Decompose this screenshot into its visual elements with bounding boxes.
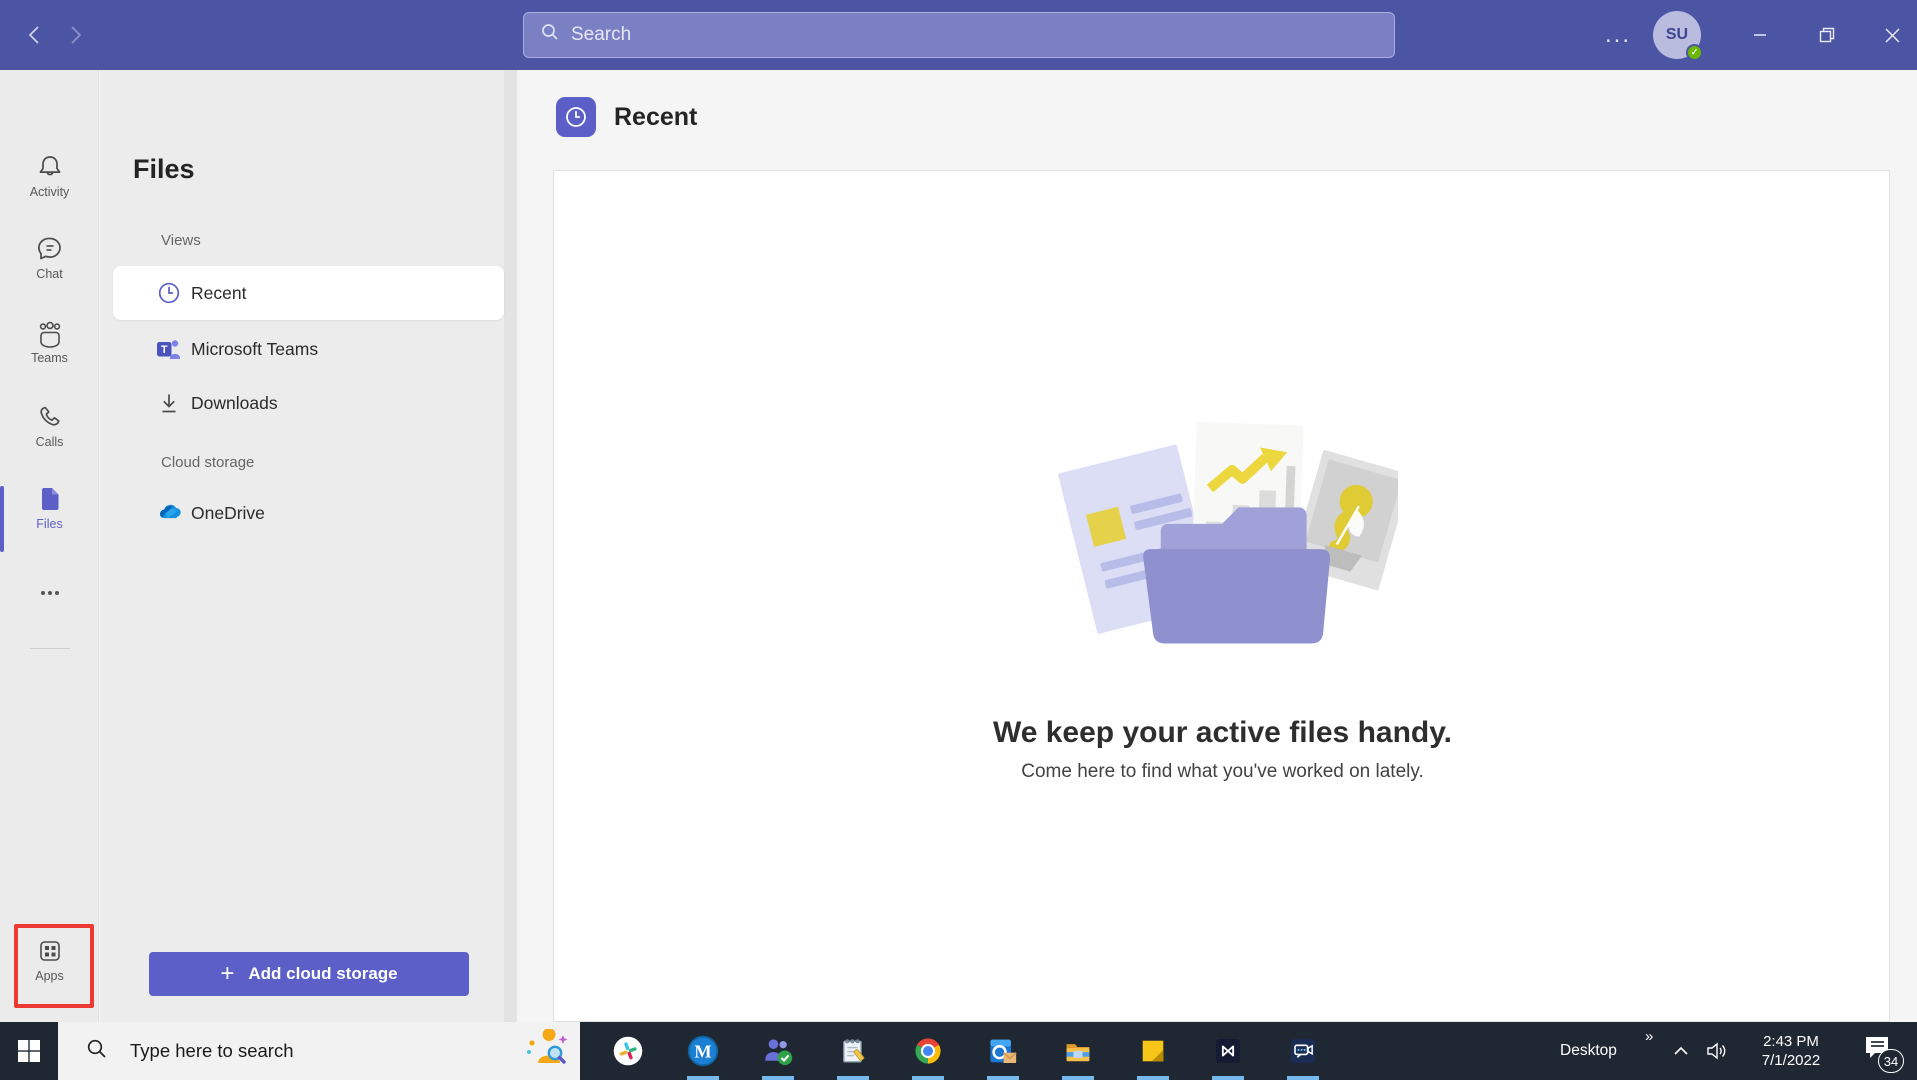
rail-item-apps[interactable]: Apps	[0, 936, 99, 983]
more-apps-icon	[0, 586, 99, 600]
rail-item-teams[interactable]: Teams	[0, 318, 99, 365]
running-indicator	[1062, 1076, 1094, 1080]
search-placeholder: Search	[571, 24, 631, 46]
rail-item-chat[interactable]: Chat	[0, 234, 99, 281]
rail-item-files[interactable]: Files	[0, 484, 99, 531]
back-icon[interactable]	[14, 15, 54, 55]
slack-icon[interactable]	[604, 1031, 652, 1071]
avatar-initials: SU	[1666, 26, 1688, 44]
rail-item-activity[interactable]: Activity	[0, 152, 99, 199]
sidebar-scrollbar[interactable]	[504, 70, 517, 1022]
search-highlights-icon[interactable]	[522, 1029, 568, 1074]
taskbar: Type here to search M Desktop »	[0, 1022, 1917, 1080]
tray-time: 2:43 PM	[1763, 1032, 1819, 1051]
rail-label: Teams	[0, 351, 99, 365]
recent-header-icon	[556, 97, 596, 137]
chrome-icon[interactable]	[904, 1031, 952, 1071]
action-center-button[interactable]: 34	[1852, 1022, 1912, 1080]
forward-icon[interactable]	[56, 15, 96, 55]
phone-icon	[0, 402, 99, 432]
apps-grid-icon	[0, 936, 99, 966]
file-explorer-icon[interactable]	[1054, 1031, 1102, 1071]
more-options-icon[interactable]: ...	[1596, 0, 1640, 70]
running-indicator	[837, 1076, 869, 1080]
add-cloud-storage-button[interactable]: + Add cloud storage	[149, 952, 469, 996]
running-indicator	[1212, 1076, 1244, 1080]
outlook-icon[interactable]	[979, 1031, 1027, 1071]
rail-selection-indicator	[0, 486, 4, 552]
svg-text:T: T	[161, 344, 168, 356]
svg-text:M: M	[694, 1041, 711, 1061]
running-indicator	[687, 1076, 719, 1080]
status-available-icon: ✓	[1686, 44, 1703, 61]
bowtie-app-icon[interactable]	[1204, 1031, 1252, 1071]
rail-item-more[interactable]	[0, 586, 99, 600]
sidebar-item-label: Downloads	[191, 393, 278, 414]
m-app-icon[interactable]: M	[679, 1031, 727, 1071]
rail-divider	[30, 648, 70, 649]
teams-logo-icon: T	[156, 336, 182, 362]
volume-icon[interactable]	[1700, 1022, 1736, 1080]
plus-icon: +	[220, 960, 234, 988]
sticky-notes-icon[interactable]	[1129, 1031, 1177, 1071]
sidebar-item-onedrive[interactable]: OneDrive	[100, 486, 504, 540]
recent-files-panel: We keep your active files handy. Come he…	[553, 170, 1890, 1022]
titlebar: Search ... SU ✓	[0, 0, 1917, 70]
views-section-label: Views	[161, 232, 201, 249]
page-title: Recent	[614, 103, 697, 132]
toolbar-overflow-icon[interactable]: »	[1645, 1028, 1653, 1045]
download-icon	[156, 391, 182, 415]
sidebar-item-downloads[interactable]: Downloads	[100, 376, 504, 430]
empty-state-title: We keep your active files handy.	[554, 716, 1891, 750]
teams-icon[interactable]	[754, 1031, 802, 1071]
clock[interactable]: 2:43 PM 7/1/2022	[1745, 1022, 1837, 1080]
search-icon	[540, 22, 560, 48]
hidden-icons-chevron[interactable]	[1666, 1022, 1696, 1080]
rail-label: Chat	[0, 267, 99, 281]
running-indicator	[1287, 1076, 1319, 1080]
desktop-toolbar-label[interactable]: Desktop	[1560, 1022, 1617, 1080]
avatar[interactable]: SU ✓	[1653, 11, 1701, 59]
sidebar-item-label: Recent	[191, 283, 246, 304]
bell-icon	[0, 152, 99, 182]
video-chat-icon[interactable]	[1279, 1031, 1327, 1071]
rail-label: Calls	[0, 435, 99, 449]
minimize-button[interactable]	[1735, 0, 1785, 70]
notepad-icon[interactable]	[829, 1031, 877, 1071]
rail-label: Apps	[0, 969, 99, 983]
notification-count-badge: 34	[1878, 1049, 1904, 1073]
cloud-storage-section-label: Cloud storage	[161, 454, 254, 471]
clock-icon	[156, 281, 182, 305]
app-rail: Activity Chat Teams Calls Files Apps ? H…	[0, 70, 99, 1022]
empty-state-subtitle: Come here to find what you've worked on …	[554, 761, 1891, 783]
people-icon	[0, 318, 99, 348]
taskbar-search-placeholder: Type here to search	[130, 1040, 294, 1062]
onedrive-icon	[156, 499, 182, 527]
rail-label: Activity	[0, 185, 99, 199]
sidebar-item-label: OneDrive	[191, 503, 265, 524]
tray-date: 7/1/2022	[1762, 1051, 1820, 1070]
sidebar-item-microsoft-teams[interactable]: T Microsoft Teams	[100, 322, 504, 376]
sidebar-item-label: Microsoft Teams	[191, 339, 318, 360]
rail-item-calls[interactable]: Calls	[0, 402, 99, 449]
running-indicator	[1137, 1076, 1169, 1080]
running-indicator	[762, 1076, 794, 1080]
files-sidebar: Files Views Recent T Microsoft Teams Dow…	[100, 70, 517, 1022]
rail-label: Files	[0, 517, 99, 531]
start-button[interactable]	[0, 1022, 58, 1080]
main-content: Recent	[517, 70, 1917, 1022]
sidebar-item-recent[interactable]: Recent	[113, 266, 504, 320]
close-button[interactable]	[1867, 0, 1917, 70]
taskbar-search-input[interactable]: Type here to search	[58, 1022, 580, 1080]
file-icon	[0, 484, 99, 514]
search-input[interactable]: Search	[523, 12, 1395, 58]
add-cloud-storage-label: Add cloud storage	[248, 964, 397, 984]
chat-icon	[0, 234, 99, 264]
search-icon	[86, 1038, 108, 1065]
empty-state-illustration	[1048, 409, 1398, 669]
restore-button[interactable]	[1802, 0, 1852, 70]
running-indicator	[912, 1076, 944, 1080]
running-indicator	[987, 1076, 1019, 1080]
sidebar-title: Files	[133, 154, 195, 185]
